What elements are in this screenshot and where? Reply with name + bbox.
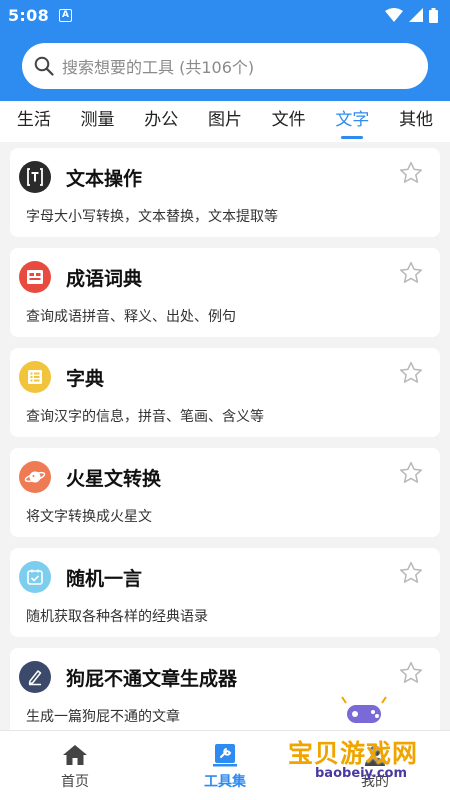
tool-title: 狗屁不通文章生成器 bbox=[66, 668, 238, 690]
tool-title: 火星文转换 bbox=[66, 468, 162, 490]
tool-card-dictionary[interactable]: 字典 查询汉字的信息，拼音、笔画、含义等 bbox=[10, 348, 440, 437]
tool-card-idiom-dictionary[interactable]: 成语词典 查询成语拼音、释义、出处、例句 bbox=[10, 248, 440, 337]
tool-list: 文本操作 字母大小写转换，文本替换，文本提取等 成语词典 查询成语拼音、释义、出… bbox=[10, 148, 440, 748]
search-placeholder: 搜索想要的工具 (共106个) bbox=[62, 58, 255, 77]
tool-card-text-operations[interactable]: 文本操作 字母大小写转换，文本替换，文本提取等 bbox=[10, 148, 440, 237]
watermark-url: baobeiy.com bbox=[315, 766, 407, 781]
nav-label: 首页 bbox=[61, 774, 89, 790]
tab-life[interactable]: 生活 bbox=[15, 101, 53, 142]
tool-title: 字典 bbox=[66, 368, 105, 390]
star-icon[interactable] bbox=[398, 460, 424, 486]
status-bar: 5:08 A bbox=[0, 0, 450, 30]
tab-file[interactable]: 文件 bbox=[270, 101, 308, 142]
app-header: 5:08 A 搜索想要的工具 (共106个) bbox=[0, 0, 450, 101]
star-icon[interactable] bbox=[398, 560, 424, 586]
tab-office[interactable]: 办公 bbox=[142, 101, 180, 142]
dictionary-icon bbox=[19, 361, 51, 393]
nav-home[interactable]: 首页 bbox=[0, 731, 150, 800]
tool-description: 字母大小写转换，文本替换，文本提取等 bbox=[26, 209, 278, 225]
toolbox-icon bbox=[213, 744, 237, 767]
notification-icon: A bbox=[59, 8, 72, 22]
star-icon[interactable] bbox=[398, 160, 424, 186]
tool-description: 查询成语拼音、释义、出处、例句 bbox=[26, 309, 236, 325]
star-icon[interactable] bbox=[398, 660, 424, 686]
pen-write-icon bbox=[19, 661, 51, 693]
tool-title: 文本操作 bbox=[66, 168, 143, 190]
search-bar[interactable]: 搜索想要的工具 (共106个) bbox=[22, 43, 428, 89]
planet-icon bbox=[19, 461, 51, 493]
category-tabs: 生活 测量 办公 图片 文件 文字 其他 bbox=[0, 101, 450, 142]
status-time: 5:08 bbox=[8, 5, 49, 25]
tab-other[interactable]: 其他 bbox=[397, 101, 435, 142]
wifi-icon bbox=[385, 8, 403, 22]
star-icon[interactable] bbox=[398, 260, 424, 286]
signal-icon bbox=[409, 8, 423, 22]
battery-icon bbox=[429, 7, 438, 23]
gamepad-icon bbox=[341, 696, 387, 725]
tool-card-random-quote[interactable]: 随机一言 随机获取各种各样的经典语录 bbox=[10, 548, 440, 637]
status-icons bbox=[385, 7, 438, 23]
tool-title: 成语词典 bbox=[66, 268, 143, 290]
star-icon[interactable] bbox=[398, 360, 424, 386]
nav-label: 工具集 bbox=[204, 774, 246, 790]
tab-measure[interactable]: 测量 bbox=[79, 101, 117, 142]
home-icon bbox=[63, 745, 87, 765]
watermark-text: 宝贝游戏网 bbox=[288, 739, 419, 768]
idiom-book-icon bbox=[19, 261, 51, 293]
tool-title: 随机一言 bbox=[66, 568, 143, 590]
tool-card-martian-text[interactable]: 火星文转换 将文字转换成火星文 bbox=[10, 448, 440, 537]
text-bracket-icon bbox=[19, 161, 51, 193]
tab-image[interactable]: 图片 bbox=[206, 101, 244, 142]
search-icon bbox=[34, 56, 54, 76]
tool-description: 将文字转换成火星文 bbox=[26, 509, 152, 525]
tool-description: 查询汉字的信息，拼音、笔画、含义等 bbox=[26, 409, 264, 425]
tool-description: 随机获取各种各样的经典语录 bbox=[26, 609, 208, 625]
tab-text[interactable]: 文字 bbox=[333, 101, 371, 142]
watermark-logo: 宝贝游戏网 baobeiy.com bbox=[288, 694, 438, 784]
calendar-check-icon bbox=[19, 561, 51, 593]
nav-toolbox[interactable]: 工具集 bbox=[150, 731, 300, 800]
tool-description: 生成一篇狗屁不通的文章 bbox=[26, 709, 180, 725]
